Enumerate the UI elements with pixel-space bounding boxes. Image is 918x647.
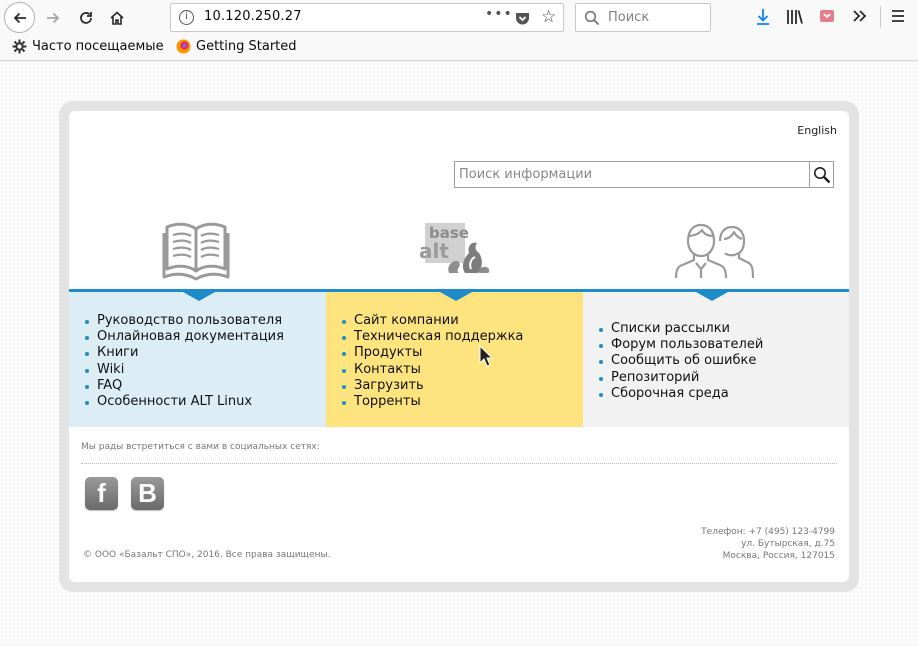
link-alt-features[interactable]: Особенности ALT Linux <box>85 394 284 410</box>
column-notch <box>440 292 472 301</box>
page-actions-icon[interactable]: ••• <box>485 6 513 22</box>
social-title: Мы рады встретиться с вами в социальных … <box>81 442 320 452</box>
column-notch <box>183 292 215 301</box>
docs-links: Руководство пользователя Онлайновая доку… <box>85 313 284 410</box>
forward-button[interactable] <box>38 3 68 32</box>
bookmark-label: Часто посещаемые <box>32 39 164 54</box>
link-online-docs[interactable]: Онлайновая документация <box>85 329 284 345</box>
column-notch <box>696 292 728 301</box>
link-tech-support[interactable]: Техническая поддержка <box>341 329 523 345</box>
vkontakte-glyph: B <box>138 478 157 508</box>
mouse-cursor-icon <box>479 345 493 367</box>
company-column: Сайт компании Техническая поддержка Прод… <box>326 292 583 427</box>
browser-search-placeholder: Поиск <box>608 10 650 25</box>
link-user-forum[interactable]: Форум пользователей <box>598 337 763 353</box>
copyright: © ООО «Базальт СПО», 2016. Все права защ… <box>83 550 331 560</box>
community-column: Списки рассылки Форум пользователей Сооб… <box>583 292 849 427</box>
pocket-icon[interactable] <box>515 11 530 30</box>
language-link[interactable]: English <box>797 124 837 137</box>
site-search-button[interactable] <box>809 162 833 187</box>
firefox-icon <box>176 39 191 54</box>
vkontakte-icon[interactable]: B <box>131 477 164 510</box>
section-icons: base alt <box>69 219 849 289</box>
contact-info: Телефон: +7 (495) 123-4799 ул. Бутырская… <box>701 526 835 562</box>
bookmark-getting-started[interactable]: Getting Started <box>176 39 297 54</box>
url-bar[interactable]: i 10.120.250.27 ••• ☆ <box>170 3 564 32</box>
url-text[interactable]: 10.120.250.27 <box>204 9 302 24</box>
link-mailing-lists[interactable]: Списки рассылки <box>598 321 763 337</box>
toolbar-separator <box>880 6 881 28</box>
link-contacts[interactable]: Контакты <box>341 362 523 378</box>
link-user-guide[interactable]: Руководство пользователя <box>85 313 284 329</box>
link-company-site[interactable]: Сайт компании <box>341 313 523 329</box>
info-icon[interactable]: i <box>179 10 194 25</box>
overflow-chevron-icon[interactable] <box>851 8 867 24</box>
bookmark-label: Getting Started <box>196 39 297 54</box>
home-icon <box>110 10 124 25</box>
link-columns: Руководство пользователя Онлайновая доку… <box>69 292 849 427</box>
browser-search-box[interactable]: Поиск <box>575 3 711 32</box>
community-links: Списки рассылки Форум пользователей Сооб… <box>598 321 763 402</box>
users-icon <box>674 223 754 279</box>
facebook-icon[interactable]: f <box>85 477 118 510</box>
site-search-box <box>454 161 834 188</box>
home-button[interactable] <box>102 3 132 32</box>
link-torrents[interactable]: Торренты <box>341 394 523 410</box>
main-card: English Поиск информации base alt Руково… <box>69 111 849 582</box>
hamburger-menu-icon[interactable] <box>890 8 906 24</box>
bookmark-star-icon[interactable]: ☆ <box>541 7 556 27</box>
link-books[interactable]: Книги <box>85 345 284 361</box>
gear-icon <box>12 39 27 54</box>
arrow-right-icon <box>47 12 60 23</box>
downloads-icon[interactable] <box>755 8 771 26</box>
reload-button[interactable] <box>71 3 101 32</box>
book-icon <box>162 222 230 281</box>
pocket-list-icon[interactable] <box>819 8 835 24</box>
docs-column: Руководство пользователя Онлайновая доку… <box>69 292 326 427</box>
back-button[interactable] <box>4 2 35 33</box>
link-wiki[interactable]: Wiki <box>85 362 284 378</box>
contact-city: Москва, Россия, 127015 <box>722 551 835 561</box>
contact-phone: Телефон: +7 (495) 123-4799 <box>701 527 835 537</box>
search-icon <box>813 166 830 183</box>
page-frame: English Поиск информации base alt Руково… <box>59 101 859 592</box>
footer-divider <box>81 463 837 464</box>
site-search-input[interactable] <box>455 162 809 187</box>
bookmarks-toolbar: Часто посещаемые Getting Started <box>0 35 918 61</box>
arrow-left-icon <box>13 12 26 23</box>
link-report-bug[interactable]: Сообщить об ошибке <box>598 353 763 369</box>
facebook-glyph: f <box>97 478 106 508</box>
search-icon <box>584 10 600 26</box>
browser-toolbar: i 10.120.250.27 ••• ☆ Поиск <box>0 0 918 35</box>
basealt-logo: base alt <box>419 223 491 283</box>
contact-street: ул. Бутырская, д.75 <box>741 539 835 549</box>
bookmark-most-visited[interactable]: Часто посещаемые <box>12 39 164 54</box>
link-download[interactable]: Загрузить <box>341 378 523 394</box>
link-faq[interactable]: FAQ <box>85 378 284 394</box>
library-icon[interactable] <box>786 8 804 26</box>
reload-icon <box>80 11 92 24</box>
link-products[interactable]: Продукты <box>341 345 523 361</box>
link-build-env[interactable]: Сборочная среда <box>598 386 763 402</box>
company-links: Сайт компании Техническая поддержка Прод… <box>341 313 523 410</box>
page-viewport: English Поиск информации base alt Руково… <box>0 62 918 647</box>
link-repository[interactable]: Репозиторий <box>598 370 763 386</box>
penguins-icon <box>448 242 490 273</box>
